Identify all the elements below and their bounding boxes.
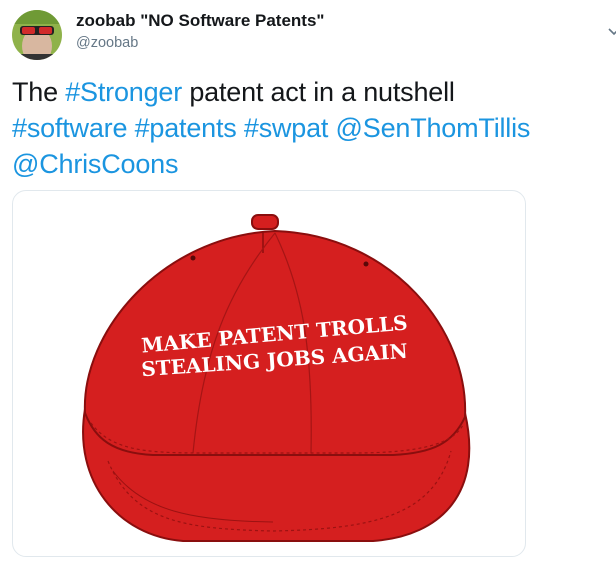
- avatar[interactable]: [12, 10, 62, 60]
- hashtag-patents[interactable]: #patents: [135, 113, 237, 143]
- mention-chriscoons[interactable]: @ChrisCoons: [12, 149, 178, 179]
- chevron-down-icon[interactable]: [608, 24, 616, 36]
- display-name[interactable]: zoobab "NO Software Patents": [76, 11, 324, 31]
- cap-image: MAKE PATENT TROLLS STEALING JOBS AGAIN: [82, 214, 471, 542]
- tweet-text-lead: The: [12, 77, 66, 107]
- hashtag-software[interactable]: #software: [12, 113, 127, 143]
- user-handle[interactable]: @zoobab: [76, 33, 324, 53]
- media-card[interactable]: MAKE PATENT TROLLS STEALING JOBS AGAIN: [12, 190, 526, 557]
- cap-button: [251, 214, 279, 230]
- hashtag-swpat[interactable]: #swpat: [244, 113, 329, 143]
- tweet-text-middle: patent act in a nutshell: [182, 77, 455, 107]
- mention-senthomtillis[interactable]: @SenThomTillis: [336, 113, 531, 143]
- avatar-image: [12, 10, 62, 60]
- hashtag-stronger[interactable]: #Stronger: [65, 77, 182, 107]
- tweet-header: zoobab "NO Software Patents" @zoobab: [76, 11, 324, 53]
- tweet: zoobab "NO Software Patents" @zoobab The…: [0, 0, 616, 566]
- tweet-text: The #Stronger patent act in a nutshell #…: [12, 74, 612, 182]
